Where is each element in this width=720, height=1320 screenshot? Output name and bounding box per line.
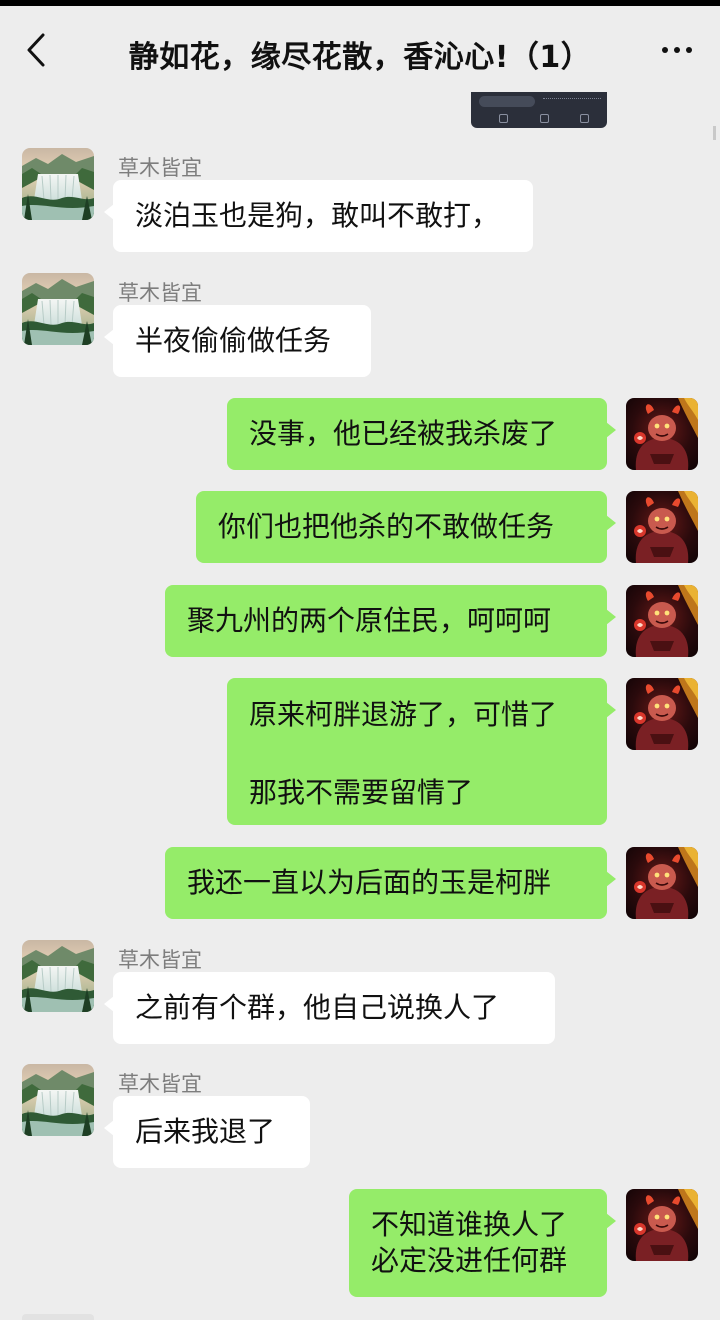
sender-name: 草木皆宜 — [118, 281, 202, 305]
demon-character-avatar[interactable] — [626, 847, 698, 919]
message-bubble[interactable]: 淡泊玉也是狗，敢叫不敢打， — [104, 180, 533, 252]
chat-header: 静如花，缘尽花散，香沁心!（1） — [0, 6, 720, 94]
message-bubble[interactable]: 没事，他已经被我杀废了 — [227, 398, 616, 470]
message-bubble[interactable]: 不知道谁换人了 必定没进任何群 — [349, 1189, 616, 1297]
demon-character-avatar[interactable] — [626, 491, 698, 563]
sender-name: 草木皆宜 — [118, 948, 202, 972]
back-button[interactable] — [14, 26, 58, 74]
message-text: 我还一直以为后面的玉是柯胖 — [187, 866, 552, 899]
message-bubble[interactable]: 你们也把他杀的不敢做任务 — [196, 491, 616, 563]
sender-name: 草木皆宜 — [118, 1072, 202, 1096]
message-bubble[interactable]: 原来柯胖退游了，可惜了 那我不需要留情了 — [227, 678, 616, 825]
demon-character-avatar[interactable] — [626, 1189, 698, 1261]
sender-name: 草木皆宜 — [118, 156, 202, 180]
chevron-left-icon — [27, 33, 45, 67]
waterfall-landscape-avatar[interactable] — [22, 273, 94, 345]
message-text: 之前有个群，他自己说换人了 — [135, 991, 500, 1024]
waterfall-landscape-avatar[interactable] — [22, 148, 94, 220]
more-horizontal-icon — [659, 47, 695, 53]
waterfall-landscape-avatar[interactable] — [22, 1064, 94, 1136]
message-text: 原来柯胖退游了，可惜了 — [249, 698, 558, 731]
more-button[interactable] — [652, 28, 702, 72]
message-text: 必定没进任何群 — [371, 1244, 568, 1277]
demon-character-avatar[interactable] — [626, 678, 698, 750]
message-text: 后来我退了 — [135, 1115, 276, 1148]
message-bubble[interactable]: 我还一直以为后面的玉是柯胖 — [165, 847, 616, 919]
demon-character-avatar[interactable] — [626, 585, 698, 657]
demon-character-avatar[interactable] — [626, 398, 698, 470]
floating-screenshot-thumbnail[interactable] — [471, 92, 607, 128]
message-bubble[interactable]: 之前有个群，他自己说换人了 — [104, 972, 555, 1044]
message-text: 不知道谁换人了 — [371, 1208, 568, 1241]
message-text: 聚九州的两个原住民，呵呵呵 — [187, 604, 552, 637]
message-text: 那我不需要留情了 — [249, 776, 474, 809]
message-bubble[interactable]: 后来我退了 — [104, 1096, 310, 1168]
waterfall-landscape-avatar[interactable] — [22, 940, 94, 1012]
next-avatar-edge — [22, 1314, 94, 1320]
scroll-indicator — [713, 126, 716, 140]
page-title: 静如花，缘尽花散，香沁心!（1） — [128, 40, 592, 75]
message-text: 没事，他已经被我杀废了 — [249, 417, 558, 450]
message-text: 你们也把他杀的不敢做任务 — [218, 510, 555, 543]
message-text: 淡泊玉也是狗，敢叫不敢打， — [135, 199, 500, 232]
message-text: 半夜偷偷做任务 — [135, 324, 332, 357]
message-bubble[interactable]: 半夜偷偷做任务 — [104, 305, 371, 377]
message-bubble[interactable]: 聚九州的两个原住民，呵呵呵 — [165, 585, 616, 657]
